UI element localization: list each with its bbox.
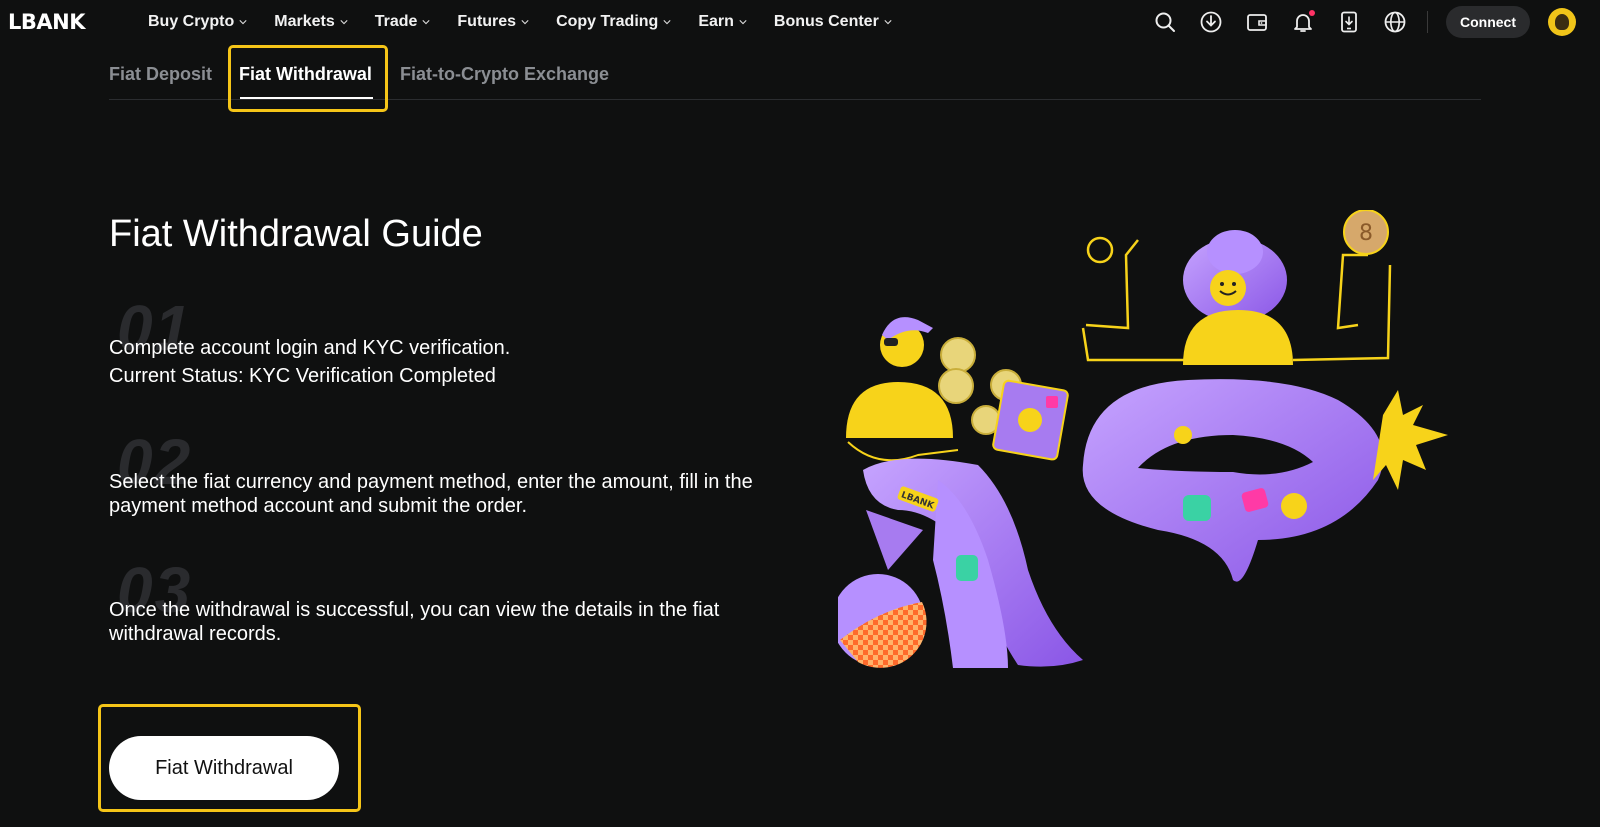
- notification-dot: [1309, 10, 1315, 16]
- lbank-logo[interactable]: LBANK: [8, 10, 86, 34]
- chevron-down-icon: [422, 20, 431, 25]
- app-download-icon[interactable]: [1337, 10, 1361, 34]
- tab-highlight-box: [228, 45, 388, 112]
- nav-item-earn[interactable]: Earn: [698, 13, 747, 31]
- step-text-line: Current Status: KYC Verification Complet…: [109, 365, 496, 387]
- guide-step-3: 03 Once the withdrawal is successful, yo…: [109, 558, 809, 658]
- step-text-line: Complete account login and KYC verificat…: [109, 337, 511, 359]
- nav-item-label: Earn: [698, 13, 734, 30]
- chevron-down-icon: [884, 20, 892, 25]
- globe-icon[interactable]: [1383, 10, 1407, 34]
- main-nav: Buy Crypto Markets Trade Futures Copy Tr…: [148, 0, 919, 44]
- download-icon[interactable]: [1199, 10, 1223, 34]
- chevron-down-icon: [340, 20, 348, 25]
- step-text-line: Select the fiat currency and payment met…: [109, 471, 753, 493]
- chevron-down-icon: [663, 20, 671, 25]
- connect-button[interactable]: Connect: [1446, 6, 1530, 38]
- tab-fiat-deposit[interactable]: Fiat Deposit: [109, 64, 212, 85]
- step-text-line: withdrawal records.: [109, 623, 282, 645]
- chevron-down-icon: [239, 20, 247, 25]
- nav-item-futures[interactable]: Futures: [457, 13, 529, 31]
- nav-item-markets[interactable]: Markets: [274, 13, 348, 31]
- wallet-icon[interactable]: [1245, 10, 1269, 34]
- fiat-withdrawal-button[interactable]: Fiat Withdrawal: [109, 736, 339, 800]
- top-navigation-bar: LBANK Buy Crypto Markets Trade Futures C…: [0, 0, 1600, 44]
- nav-item-label: Copy Trading: [556, 13, 659, 30]
- nav-item-label: Buy Crypto: [148, 13, 235, 30]
- guide-step-2: 02 Select the fiat currency and payment …: [109, 430, 809, 530]
- header-tools: Connect: [1131, 0, 1600, 44]
- nav-item-label: Markets: [274, 13, 335, 30]
- nav-item-bonus-center[interactable]: Bonus Center: [774, 13, 892, 31]
- chevron-down-icon: [739, 20, 747, 25]
- search-icon[interactable]: [1153, 10, 1177, 34]
- page-title: Fiat Withdrawal Guide: [109, 213, 483, 255]
- step-text-line: payment method account and submit the or…: [109, 495, 528, 517]
- nav-item-label: Bonus Center: [773, 13, 879, 30]
- nav-item-label: Futures: [457, 13, 517, 30]
- avatar[interactable]: [1548, 8, 1576, 36]
- bell-icon[interactable]: [1291, 10, 1315, 34]
- nav-item-label: Trade: [374, 13, 418, 30]
- svg-text:8: 8: [1359, 221, 1373, 246]
- tab-fiat-to-crypto-exchange[interactable]: Fiat-to-Crypto Exchange: [400, 64, 609, 85]
- guide-step-1: 01 Complete account login and KYC verifi…: [109, 296, 809, 396]
- chevron-down-icon: [521, 20, 529, 25]
- nav-item-copy-trading[interactable]: Copy Trading: [556, 13, 671, 31]
- nav-item-trade[interactable]: Trade: [375, 13, 431, 31]
- withdrawal-illustration: 8 LBANK: [838, 210, 1448, 668]
- nav-item-buy-crypto[interactable]: Buy Crypto: [148, 13, 247, 31]
- header-divider: [1427, 11, 1428, 33]
- step-text-line: Once the withdrawal is successful, you c…: [109, 599, 720, 621]
